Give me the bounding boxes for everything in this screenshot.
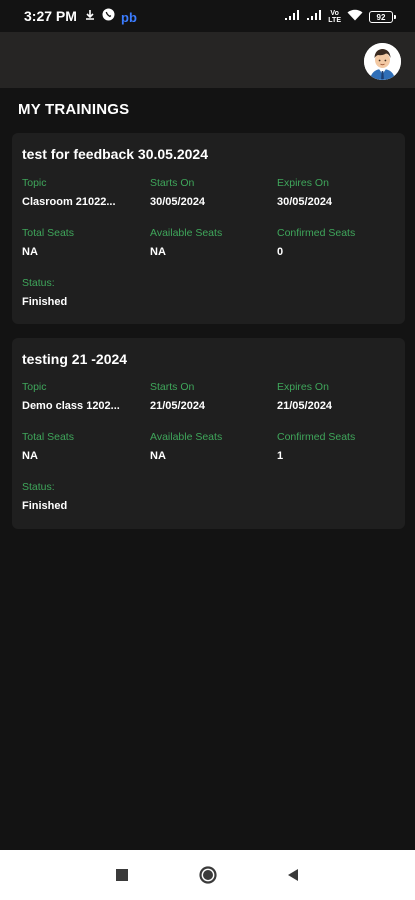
expires-on-field: Expires On 21/05/2024 bbox=[277, 381, 397, 412]
confirmed-seats-field: Confirmed Seats 0 bbox=[277, 227, 397, 258]
circle-icon[interactable] bbox=[196, 863, 220, 887]
starts-on-value: 30/05/2024 bbox=[150, 196, 206, 208]
wifi-icon bbox=[347, 8, 363, 26]
available-seats-field: Available Seats NA bbox=[150, 431, 270, 462]
confirmed-seats-value: 1 bbox=[277, 450, 284, 462]
starts-on-label: Starts On bbox=[150, 177, 195, 189]
battery-level: 92 bbox=[376, 12, 386, 22]
starts-on-label: Starts On bbox=[150, 381, 195, 393]
training-card[interactable]: testing 21 -2024 Topic Demo class 1202..… bbox=[12, 338, 405, 529]
status-bar: 3:27 PM pb Vo LTE 92 bbox=[0, 0, 415, 32]
square-icon[interactable] bbox=[110, 863, 134, 887]
status-label: Status: bbox=[22, 481, 55, 493]
training-card[interactable]: test for feedback 30.05.2024 Topic Clasr… bbox=[12, 133, 405, 324]
user-avatar-icon[interactable] bbox=[364, 43, 401, 80]
pb-badge: pb bbox=[121, 9, 137, 25]
status-left-icons: pb bbox=[84, 8, 137, 26]
topic-field: Topic Demo class 1202... bbox=[22, 381, 142, 412]
total-seats-value: NA bbox=[22, 246, 38, 258]
system-nav-bar bbox=[0, 850, 415, 900]
download-icon bbox=[84, 8, 96, 26]
topic-field: Topic Clasroom 21022... bbox=[22, 177, 142, 208]
triangle-back-icon[interactable] bbox=[281, 863, 305, 887]
whatsapp-icon bbox=[102, 8, 115, 26]
total-seats-value: NA bbox=[22, 450, 38, 462]
expires-on-label: Expires On bbox=[277, 381, 329, 393]
training-title: testing 21 -2024 bbox=[22, 351, 128, 367]
total-seats-field: Total Seats NA bbox=[22, 431, 142, 462]
topic-label: Topic bbox=[22, 177, 47, 189]
screen: 3:27 PM pb Vo LTE 92 MY TRAININGS test f… bbox=[0, 0, 415, 900]
expires-on-label: Expires On bbox=[277, 177, 329, 189]
available-seats-field: Available Seats NA bbox=[150, 227, 270, 258]
status-value: Finished bbox=[22, 296, 68, 308]
total-seats-field: Total Seats NA bbox=[22, 227, 142, 258]
starts-on-value: 21/05/2024 bbox=[150, 400, 206, 412]
status-field: Status: Finished bbox=[22, 481, 142, 512]
starts-on-field: Starts On 21/05/2024 bbox=[150, 381, 270, 412]
topic-value: Clasroom 21022... bbox=[22, 196, 116, 208]
page-title: MY TRAININGS bbox=[18, 101, 130, 118]
expires-on-value: 21/05/2024 bbox=[277, 400, 333, 412]
status-value: Finished bbox=[22, 500, 68, 512]
confirmed-seats-label: Confirmed Seats bbox=[277, 431, 356, 443]
app-bar bbox=[0, 32, 415, 88]
total-seats-label: Total Seats bbox=[22, 431, 74, 443]
available-seats-label: Available Seats bbox=[150, 431, 223, 443]
available-seats-value: NA bbox=[150, 450, 166, 462]
signal-2-icon bbox=[306, 8, 322, 26]
confirmed-seats-label: Confirmed Seats bbox=[277, 227, 356, 239]
available-seats-label: Available Seats bbox=[150, 227, 223, 239]
confirmed-seats-field: Confirmed Seats 1 bbox=[277, 431, 397, 462]
status-label: Status: bbox=[22, 277, 55, 289]
status-right-icons: Vo LTE 92 bbox=[284, 8, 396, 26]
battery-icon: 92 bbox=[369, 11, 396, 23]
volte-line-1: Vo bbox=[330, 10, 339, 17]
signal-1-icon bbox=[284, 8, 300, 26]
expires-on-value: 30/05/2024 bbox=[277, 196, 333, 208]
available-seats-value: NA bbox=[150, 246, 166, 258]
status-field: Status: Finished bbox=[22, 277, 142, 308]
training-title: test for feedback 30.05.2024 bbox=[22, 146, 208, 162]
volte-line-2: LTE bbox=[328, 17, 341, 24]
topic-value: Demo class 1202... bbox=[22, 400, 120, 412]
starts-on-field: Starts On 30/05/2024 bbox=[150, 177, 270, 208]
volte-icon: Vo LTE bbox=[328, 10, 341, 24]
expires-on-field: Expires On 30/05/2024 bbox=[277, 177, 397, 208]
status-time: 3:27 PM bbox=[24, 8, 77, 24]
confirmed-seats-value: 0 bbox=[277, 246, 284, 258]
total-seats-label: Total Seats bbox=[22, 227, 74, 239]
topic-label: Topic bbox=[22, 381, 47, 393]
